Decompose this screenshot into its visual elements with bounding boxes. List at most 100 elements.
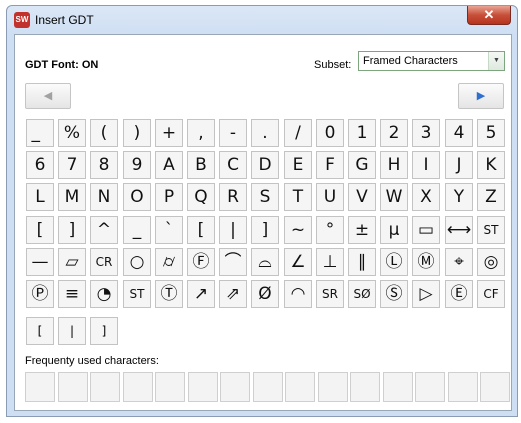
character-button[interactable]: ⊥ <box>316 248 344 276</box>
frequent-character-slot[interactable] <box>318 372 348 402</box>
frequent-character-slot[interactable] <box>188 372 218 402</box>
character-button[interactable]: ▱ <box>58 248 86 276</box>
character-button[interactable]: — <box>26 248 54 276</box>
character-button[interactable]: Ⓕ <box>187 248 215 276</box>
character-button[interactable]: Ⓢ <box>380 280 408 308</box>
character-button[interactable]: 0 <box>316 119 344 147</box>
character-button[interactable]: µ <box>380 216 408 244</box>
character-button[interactable]: % <box>58 119 86 147</box>
character-button[interactable]: ≡ <box>58 280 86 308</box>
character-button[interactable]: Ø <box>251 280 279 308</box>
character-button[interactable]: Ⓣ <box>155 280 183 308</box>
character-button[interactable]: ` <box>155 216 183 244</box>
next-page-button[interactable]: ▶ <box>458 83 504 109</box>
character-button[interactable]: ) <box>123 119 151 147</box>
character-button[interactable]: Ⓜ <box>412 248 440 276</box>
character-button[interactable]: Ⓔ <box>445 280 473 308</box>
frequent-character-slot[interactable] <box>123 372 153 402</box>
character-button[interactable]: 6 <box>26 151 54 179</box>
character-button[interactable]: ▷ <box>412 280 440 308</box>
character-button[interactable]: ⌖ <box>445 248 473 276</box>
character-button[interactable]: Z <box>477 183 505 211</box>
character-button[interactable]: + <box>155 119 183 147</box>
character-button[interactable]: ± <box>348 216 376 244</box>
character-button[interactable]: / <box>284 119 312 147</box>
character-button[interactable]: ↗ <box>187 280 215 308</box>
frequent-character-slot[interactable] <box>350 372 380 402</box>
character-button[interactable]: ~ <box>284 216 312 244</box>
character-button[interactable]: ST <box>477 216 505 244</box>
character-button[interactable]: M <box>58 183 86 211</box>
close-button[interactable]: ✕ <box>467 6 511 25</box>
character-button[interactable]: Y <box>445 183 473 211</box>
frequent-character-slot[interactable] <box>415 372 445 402</box>
previous-page-button[interactable]: ◀ <box>25 83 71 109</box>
frequent-character-slot[interactable] <box>285 372 315 402</box>
character-button[interactable]: [ <box>26 216 54 244</box>
character-button[interactable]: I <box>412 151 440 179</box>
character-button[interactable]: F <box>316 151 344 179</box>
character-button[interactable]: , <box>187 119 215 147</box>
character-button[interactable]: 2 <box>380 119 408 147</box>
character-button[interactable]: T <box>284 183 312 211</box>
frequent-character-slot[interactable] <box>383 372 413 402</box>
character-button[interactable]: 4 <box>445 119 473 147</box>
bracket-button[interactable]: | <box>58 317 86 345</box>
character-button[interactable]: ○ <box>123 248 151 276</box>
character-button[interactable]: N <box>90 183 118 211</box>
frequent-character-slot[interactable] <box>155 372 185 402</box>
character-button[interactable]: ⟷ <box>445 216 473 244</box>
character-button[interactable]: ST <box>123 280 151 308</box>
character-button[interactable]: ∥ <box>348 248 376 276</box>
character-button[interactable]: ⌭ <box>155 248 183 276</box>
character-button[interactable]: G <box>348 151 376 179</box>
character-button[interactable]: ∠ <box>284 248 312 276</box>
character-button[interactable]: - <box>219 119 247 147</box>
character-button[interactable]: [ <box>187 216 215 244</box>
character-button[interactable]: O <box>123 183 151 211</box>
character-button[interactable]: ⌒ <box>219 248 247 276</box>
character-button[interactable]: X <box>412 183 440 211</box>
character-button[interactable]: SØ <box>348 280 376 308</box>
character-button[interactable]: ̲ <box>26 119 54 147</box>
frequent-character-slot[interactable] <box>253 372 283 402</box>
character-button[interactable]: ◠ <box>284 280 312 308</box>
character-button[interactable]: ⌓ <box>251 248 279 276</box>
chevron-down-icon[interactable]: ▼ <box>488 52 504 70</box>
frequent-character-slot[interactable] <box>220 372 250 402</box>
character-button[interactable]: | <box>219 216 247 244</box>
character-button[interactable]: ⇗ <box>219 280 247 308</box>
character-button[interactable]: 1 <box>348 119 376 147</box>
character-button[interactable]: L <box>26 183 54 211</box>
character-button[interactable]: W <box>380 183 408 211</box>
character-button[interactable]: D <box>251 151 279 179</box>
character-button[interactable]: S <box>251 183 279 211</box>
character-button[interactable]: Q <box>187 183 215 211</box>
character-button[interactable]: SR <box>316 280 344 308</box>
character-button[interactable]: C <box>219 151 247 179</box>
frequent-character-slot[interactable] <box>58 372 88 402</box>
frequent-character-slot[interactable] <box>90 372 120 402</box>
bracket-button[interactable]: [ <box>26 317 54 345</box>
character-button[interactable]: K <box>477 151 505 179</box>
character-button[interactable]: H <box>380 151 408 179</box>
frequent-character-slot[interactable] <box>25 372 55 402</box>
bracket-button[interactable]: ] <box>90 317 118 345</box>
character-button[interactable]: V <box>348 183 376 211</box>
character-button[interactable]: A <box>155 151 183 179</box>
character-button[interactable]: ◔ <box>90 280 118 308</box>
character-button[interactable]: 8 <box>90 151 118 179</box>
character-button[interactable]: ( <box>90 119 118 147</box>
character-button[interactable]: CF <box>477 280 505 308</box>
character-button[interactable]: P <box>155 183 183 211</box>
character-button[interactable]: 5 <box>477 119 505 147</box>
subset-dropdown[interactable]: Framed Characters ▼ <box>358 51 505 71</box>
character-button[interactable]: 7 <box>58 151 86 179</box>
frequent-character-slot[interactable] <box>480 372 510 402</box>
character-button[interactable]: CR <box>90 248 118 276</box>
character-button[interactable]: Ⓛ <box>380 248 408 276</box>
character-button[interactable]: ] <box>58 216 86 244</box>
character-button[interactable]: . <box>251 119 279 147</box>
character-button[interactable]: ◎ <box>477 248 505 276</box>
character-button[interactable]: J <box>445 151 473 179</box>
